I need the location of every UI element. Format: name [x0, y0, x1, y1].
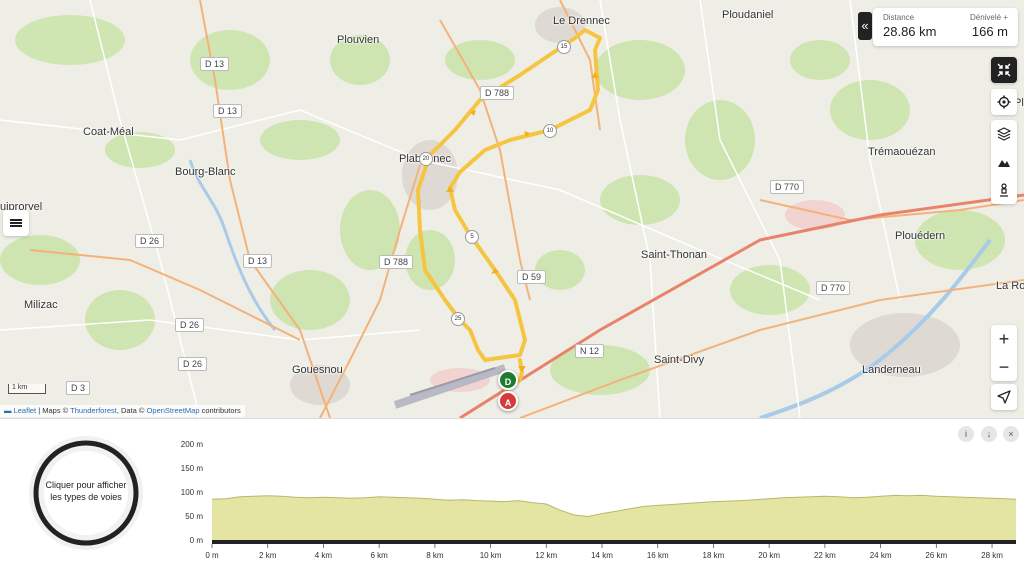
person-icon — [1000, 183, 1008, 197]
x-tick-label: 0 m — [205, 551, 219, 560]
info-icon: i — [965, 429, 967, 439]
layers-icon — [997, 127, 1011, 141]
road-shield: D 26 — [178, 357, 208, 371]
map-tools-group — [991, 120, 1017, 204]
road-shield: D 13 — [243, 254, 273, 268]
scale-bar: 1 km — [8, 384, 46, 394]
km-marker: 10 — [543, 124, 557, 138]
place-label: Trémaouézan — [868, 146, 936, 158]
map-attribution: ▬ Leaflet | Maps © Thunderforest, Data ©… — [0, 405, 245, 417]
km-marker: 20 — [419, 152, 433, 166]
mountain-icon — [998, 160, 1010, 167]
road-shield: D 3 — [66, 381, 91, 395]
fullscreen-button[interactable] — [991, 57, 1017, 83]
x-tick-label: 22 km — [814, 551, 836, 560]
x-tick-label: 24 km — [870, 551, 892, 560]
collapse-panel-button[interactable]: « — [858, 12, 872, 40]
place-label: Plouédern — [895, 230, 946, 242]
elevation-value: 166 m — [971, 24, 1008, 39]
place-label: Saint-Divy — [654, 354, 705, 366]
relief-button[interactable] — [991, 148, 1017, 176]
menu-button[interactable] — [3, 210, 29, 236]
info-button[interactable]: i — [958, 426, 974, 442]
x-tick-label: 14 km — [591, 551, 613, 560]
road-types-hint[interactable]: Cliquer pour afficher les types de voies — [45, 479, 127, 503]
road-shield: D 770 — [770, 180, 805, 194]
hamburger-icon — [10, 219, 22, 227]
route-line[interactable] — [416, 28, 602, 392]
leaflet-link[interactable]: Leaflet — [14, 406, 37, 415]
road-shield: D 26 — [175, 318, 205, 332]
download-button[interactable]: ↓ — [981, 426, 997, 442]
road-shield: N 12 — [575, 344, 605, 358]
attribution-text: contributors — [199, 406, 241, 415]
y-tick-label: 0 m — [190, 536, 204, 545]
x-tick-label: 12 km — [535, 551, 557, 560]
x-tick-label: 10 km — [480, 551, 502, 560]
place-label: Ploudaniel — [722, 9, 774, 21]
thunderforest-link[interactable]: Thunderforest — [70, 406, 117, 415]
km-marker: 15 — [557, 40, 571, 54]
road-shield: D 13 — [213, 104, 243, 118]
road-shield: D 59 — [517, 270, 547, 284]
zoom-in-button[interactable]: + — [991, 325, 1017, 353]
x-tick-label: 20 km — [758, 551, 780, 560]
start-marker[interactable]: D — [498, 370, 518, 390]
x-axis-bar — [212, 540, 1016, 544]
elevation-label: Dénivelé + — [969, 13, 1008, 22]
x-tick-label: 26 km — [925, 551, 947, 560]
streetview-button[interactable] — [991, 176, 1017, 204]
place-label: Landerneau — [862, 364, 921, 376]
distance-value: 28.86 km — [883, 24, 937, 39]
navigation-arrow-icon — [997, 390, 1011, 404]
settings-button[interactable] — [991, 89, 1017, 115]
place-label: Bourg-Blanc — [175, 166, 236, 178]
x-tick-label: 8 km — [426, 551, 444, 560]
place-label: Plouvien — [337, 34, 380, 46]
elevation-panel: Cliquer pour afficher les types de voies… — [0, 418, 1024, 576]
route-stats: Distance 28.86 km Dénivelé + 166 m — [873, 8, 1018, 46]
place-label: Milizac — [24, 299, 58, 311]
download-icon: ↓ — [986, 429, 992, 439]
elevation-chart[interactable]: 0 m 50 m 100 m 150 m 200 m 0 m 2 km 4 km 6 km 8 k… — [170, 437, 1020, 567]
layers-button[interactable] — [991, 120, 1017, 148]
place-label: Coat-Méal — [83, 126, 134, 138]
collapse-arrows-icon — [997, 63, 1011, 77]
x-tick-label: 18 km — [703, 551, 725, 560]
attribution-text: , Data © — [116, 406, 147, 415]
x-tick-label: 2 km — [259, 551, 277, 560]
zoom-control: + − — [991, 325, 1017, 381]
road-shield: D 770 — [816, 281, 851, 295]
x-tick-label: 28 km — [981, 551, 1003, 560]
map-base-layer — [0, 0, 1024, 418]
y-tick-label: 150 m — [181, 464, 204, 473]
road-shield: D 788 — [480, 86, 515, 100]
x-tick-label: 4 km — [315, 551, 333, 560]
elevation-area[interactable] — [212, 495, 1016, 540]
km-marker: 5 — [465, 230, 479, 244]
x-tick-label: 6 km — [370, 551, 388, 560]
map-view[interactable]: Le Drennec Ploudaniel Plouvien Coat-Méal Bou… — [0, 0, 1024, 418]
distance-label: Distance — [883, 13, 915, 22]
x-tick-label: 16 km — [647, 551, 669, 560]
road-shield: D 13 — [200, 57, 230, 71]
road-shield: D 788 — [379, 255, 414, 269]
place-label: Gouesnou — [292, 364, 343, 376]
osm-link[interactable]: OpenStreetMap — [147, 406, 200, 415]
attribution-text: | Maps © — [36, 406, 71, 415]
y-tick-label: 100 m — [181, 488, 204, 497]
road-shield: D 26 — [135, 234, 165, 248]
close-button[interactable]: × — [1003, 426, 1019, 442]
place-label: Le Drennec — [553, 15, 610, 27]
place-label: La Ro — [996, 280, 1024, 292]
locate-button[interactable] — [991, 384, 1017, 410]
y-tick-label: 50 m — [185, 512, 203, 521]
gear-icon — [997, 95, 1011, 109]
zoom-out-button[interactable]: − — [991, 353, 1017, 381]
end-marker[interactable]: A — [498, 391, 518, 411]
km-marker: 25 — [451, 312, 465, 326]
close-icon: × — [1008, 429, 1014, 439]
place-label: Saint-Thonan — [641, 249, 708, 261]
y-tick-label: 200 m — [181, 440, 204, 449]
